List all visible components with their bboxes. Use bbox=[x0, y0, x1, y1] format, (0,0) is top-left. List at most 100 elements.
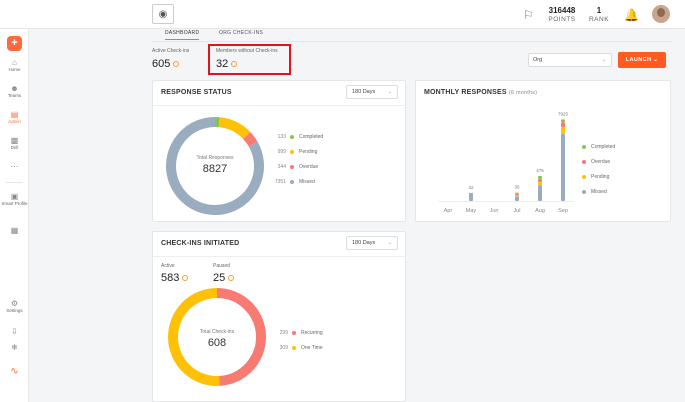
profile-icon: ▣ bbox=[10, 192, 19, 201]
bell-icon[interactable]: 🔔 bbox=[624, 8, 639, 22]
bar-aug-overdue[interactable] bbox=[538, 178, 542, 183]
card-divider bbox=[153, 105, 405, 106]
sidebar-item-settings[interactable]: ⚙ Settings bbox=[0, 299, 29, 313]
bar-jul-missed[interactable] bbox=[515, 196, 519, 201]
org-select[interactable]: Org ⌄ bbox=[528, 53, 612, 67]
legend-dot bbox=[290, 149, 294, 154]
rank-value: 1 bbox=[596, 6, 602, 15]
legend-dot bbox=[290, 179, 294, 184]
legend-dot bbox=[290, 164, 294, 169]
bar-sep-overdue[interactable] bbox=[561, 122, 565, 128]
sidebar-item-label: Admin bbox=[8, 119, 21, 124]
legend-value: 7351 bbox=[274, 178, 286, 185]
active-value: 583 bbox=[161, 272, 180, 284]
legend-row: 344 Overdue bbox=[270, 159, 323, 174]
legend-value: 299 bbox=[279, 329, 288, 336]
info-icon bbox=[173, 61, 180, 68]
active-checkins-metric[interactable]: Active Check-ins 605 bbox=[152, 48, 189, 70]
sidebar: + ⌂ Home ☻ Teams ▤ Admin ▩ Drill ⋯ ▣ Sma… bbox=[0, 29, 29, 402]
legend-row: 133 Completed bbox=[270, 129, 324, 144]
chevron-down-icon: ⌄ bbox=[387, 240, 392, 246]
sidebar-item-label: Settings bbox=[6, 308, 23, 313]
gear-icon: ⚙ bbox=[10, 299, 19, 308]
bar-aug-completed[interactable] bbox=[538, 175, 542, 179]
launch-button[interactable]: LAUNCH ⌄ bbox=[618, 52, 666, 68]
bar-sep-pending[interactable] bbox=[561, 127, 565, 135]
sidebar-item-drill[interactable]: ▩ Drill bbox=[0, 136, 29, 150]
legend-label: Recurring bbox=[301, 329, 323, 336]
paused-value: 25 bbox=[213, 272, 226, 284]
bar-total-label: 35 bbox=[514, 185, 520, 190]
download-icon: ⇩ bbox=[11, 327, 18, 336]
bar-sep-completed[interactable] bbox=[561, 119, 565, 123]
legend-label: Pending bbox=[299, 148, 318, 155]
avatar[interactable] bbox=[652, 5, 670, 23]
legend-row: 999 Pending bbox=[270, 144, 323, 159]
rank-stat[interactable]: 1 RANK bbox=[588, 6, 610, 24]
monthly-bar-chart: Apr May 32 Jun Jul 35 Aug 475 Sep 7925 bbox=[438, 111, 574, 214]
sidebar-item-grid[interactable]: ▦ bbox=[0, 226, 29, 235]
sidebar-item-download[interactable]: ⇩ bbox=[0, 327, 29, 336]
legend-row: Missed bbox=[578, 184, 615, 199]
bar-aug-missed[interactable] bbox=[538, 185, 542, 201]
legend-label: Pending bbox=[591, 173, 610, 180]
response-range-select[interactable]: 180 Days ⌄ bbox=[346, 85, 398, 99]
response-status-title: RESPONSE STATUS bbox=[161, 89, 232, 96]
rank-label: RANK bbox=[588, 16, 610, 23]
company-logo[interactable]: ◉ bbox=[152, 4, 174, 24]
monthly-responses-card: MONTHLY RESPONSES (6 months) Apr May 32 Jun… bbox=[415, 80, 671, 222]
sidebar-item-brand[interactable]: ∿ bbox=[0, 366, 29, 377]
chevron-down-icon: ⌄ bbox=[653, 57, 659, 63]
legend-value: 309 bbox=[279, 344, 288, 351]
donut-center: Total Check-ins 608 bbox=[177, 329, 257, 349]
sidebar-item-smart-profile[interactable]: ▣ Smart Profile bbox=[0, 192, 29, 206]
legend-row: Overdue bbox=[578, 154, 615, 169]
x-tick-label: Jun bbox=[490, 208, 499, 214]
sidebar-item-home[interactable]: ⌂ Home bbox=[0, 58, 29, 72]
highlight-box bbox=[208, 44, 291, 75]
bar-aug-pending[interactable] bbox=[538, 182, 542, 186]
bar-total-label: 475 bbox=[536, 168, 544, 173]
add-button[interactable]: + bbox=[7, 36, 22, 51]
response-status-slice-pending[interactable] bbox=[218, 117, 251, 140]
bar-may-missed[interactable] bbox=[469, 192, 473, 201]
home-icon: ⌂ bbox=[12, 58, 17, 67]
x-tick-label: Aug bbox=[535, 208, 545, 214]
info-icon bbox=[182, 275, 189, 282]
points-stat[interactable]: 316448 POINTS bbox=[548, 6, 576, 24]
bar-jul-pending[interactable] bbox=[515, 195, 519, 197]
sidebar-item-more[interactable]: ⋯ bbox=[0, 162, 29, 171]
brand-logo-icon: ∿ bbox=[10, 366, 19, 377]
bar-jul-overdue[interactable] bbox=[515, 193, 519, 196]
legend-row: 7351 Missed bbox=[270, 174, 323, 189]
checkins-range-select[interactable]: 180 Days ⌄ bbox=[346, 236, 398, 250]
legend-dot bbox=[582, 174, 586, 179]
legend-row: Pending bbox=[578, 169, 615, 184]
legend-row: 299 Recurring bbox=[272, 325, 323, 340]
legend-label: Completed bbox=[299, 133, 324, 140]
legend-dot bbox=[582, 144, 586, 149]
sidebar-item-label: Home bbox=[8, 67, 21, 72]
tab-org-checkins[interactable]: ORG CHECK-INS bbox=[219, 30, 263, 39]
tab-dashboard[interactable]: DASHBOARD bbox=[165, 30, 200, 40]
sidebar-item-support[interactable]: ❄ bbox=[0, 343, 29, 352]
legend-dot bbox=[290, 134, 294, 139]
x-tick-label: Sep bbox=[558, 208, 568, 214]
range-value: 180 Days bbox=[352, 240, 376, 246]
legend-label: Missed bbox=[591, 188, 607, 195]
chevron-down-icon: ⌄ bbox=[387, 89, 392, 95]
active-checkins-label: Active Check-ins bbox=[152, 48, 190, 54]
legend-label: One Time bbox=[301, 344, 323, 351]
legend-label: Overdue bbox=[299, 163, 319, 170]
sidebar-item-teams[interactable]: ☻ Teams bbox=[0, 84, 29, 98]
bar-jul-completed[interactable] bbox=[515, 192, 519, 194]
response-status-slice-overdue[interactable] bbox=[243, 132, 258, 147]
bar-sep-missed[interactable] bbox=[561, 134, 565, 201]
flag-icon[interactable]: ⚐ bbox=[523, 8, 534, 22]
legend-dot bbox=[292, 345, 296, 350]
donut-center: Total Responses 8827 bbox=[175, 155, 255, 175]
legend-row: Completed bbox=[578, 139, 615, 154]
chevron-down-icon: ⌄ bbox=[601, 57, 606, 63]
sidebar-item-admin[interactable]: ▤ Admin bbox=[0, 110, 29, 124]
legend-label: Completed bbox=[591, 143, 616, 150]
